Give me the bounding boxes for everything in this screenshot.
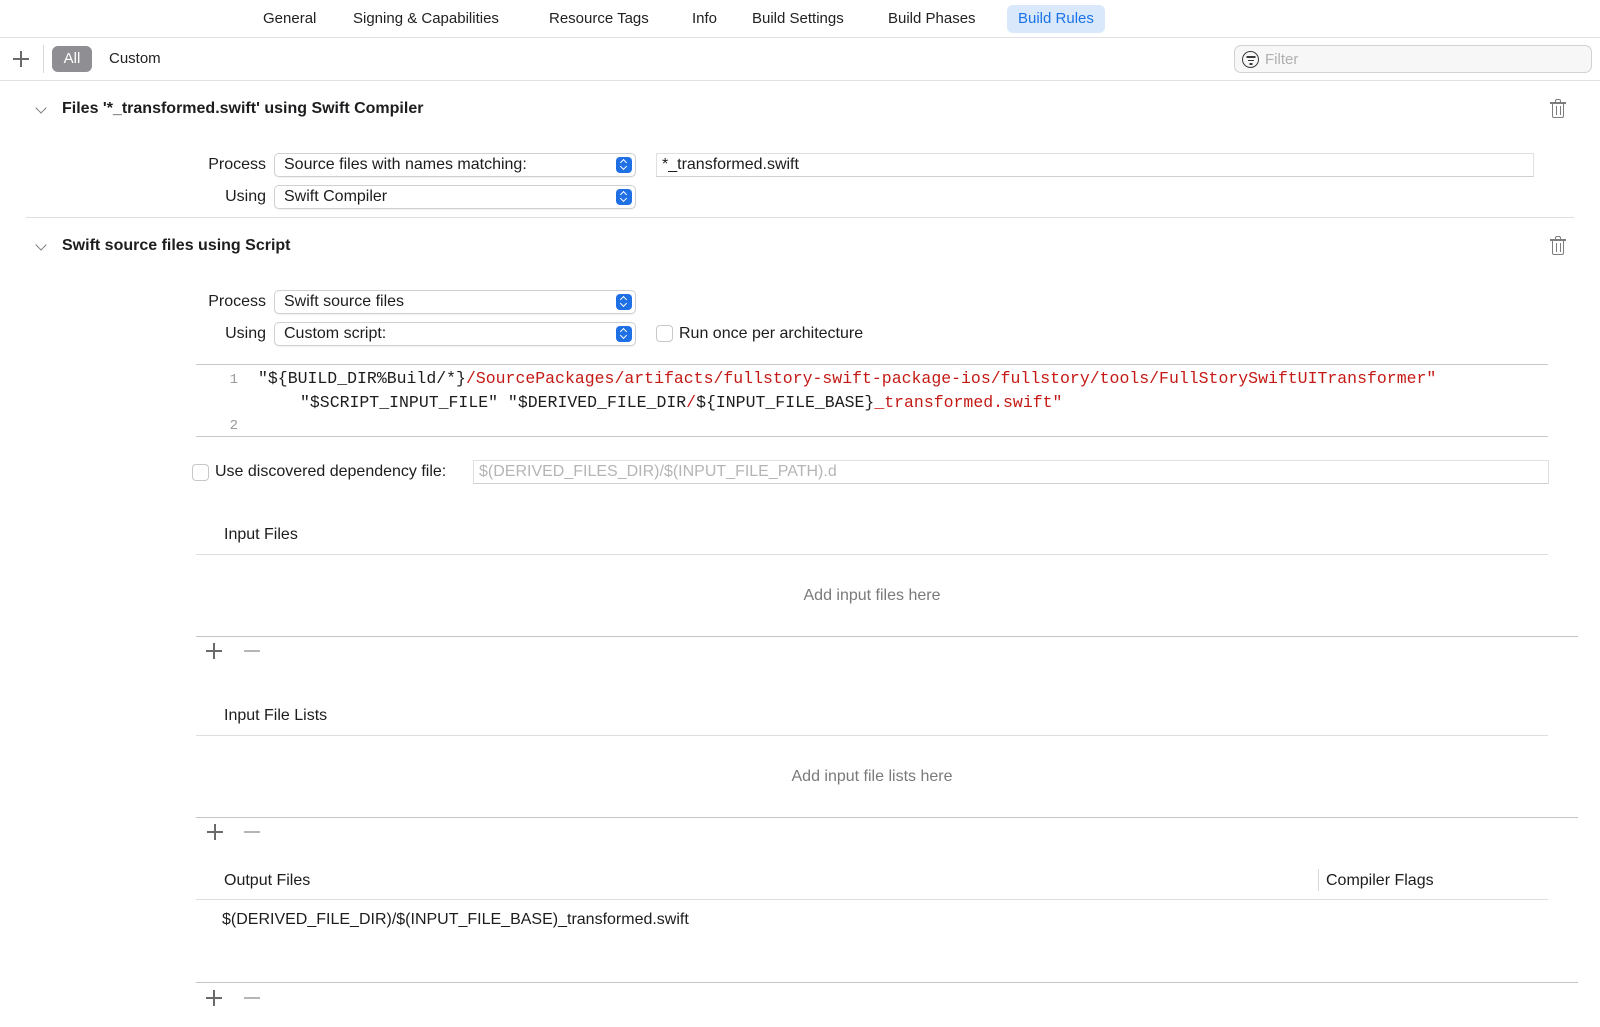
rule-1-delete-trash-icon[interactable]: [1549, 99, 1567, 119]
rule-2-disclosure-chevron-icon[interactable]: [34, 240, 50, 256]
input-file-lists-title: Input File Lists: [224, 707, 328, 724]
table-bottom-divider: [196, 982, 1578, 983]
script-line-1: "${BUILD_DIR%Build/*}/SourcePackages/art…: [258, 369, 1437, 388]
add-output-file-button[interactable]: [204, 988, 224, 1008]
add-input-file-list-button[interactable]: [205, 822, 225, 842]
rule-1-process-label: Process: [208, 156, 266, 173]
tab-build-phases[interactable]: Build Phases: [877, 5, 987, 33]
tab-info[interactable]: Info: [681, 5, 728, 33]
popup-stepper-icon: [616, 326, 632, 342]
rule-1-pattern-field[interactable]: [656, 153, 1534, 177]
rule-2-title: Swift source files using Script: [62, 237, 291, 254]
run-once-per-architecture-checkbox[interactable]: [656, 325, 673, 342]
rule-divider: [26, 217, 1574, 218]
line-number: 2: [229, 418, 238, 434]
use-dependency-file-label: Use discovered dependency file:: [215, 463, 447, 480]
rule-2-using-popup[interactable]: Custom script:: [274, 322, 636, 346]
rule-1-using-popup[interactable]: Swift Compiler: [274, 185, 636, 209]
segment-all[interactable]: All: [52, 46, 92, 72]
use-dependency-file-checkbox[interactable]: [192, 464, 209, 481]
dependency-file-field[interactable]: [473, 460, 1549, 484]
add-input-file-button[interactable]: [204, 641, 224, 661]
output-file-row[interactable]: $(DERIVED_FILE_DIR)/$(INPUT_FILE_BASE)_t…: [222, 911, 689, 929]
table-header-divider: [196, 554, 1548, 555]
tab-general[interactable]: General: [252, 5, 327, 33]
tab-signing-capabilities[interactable]: Signing & Capabilities: [342, 5, 510, 33]
dependency-file-input[interactable]: [479, 463, 1543, 481]
input-files-empty-hint: Add input files here: [803, 587, 941, 604]
rule-2-using-value: Custom script:: [284, 325, 387, 342]
rule-2-delete-trash-icon[interactable]: [1549, 236, 1567, 256]
add-rule-button[interactable]: [11, 49, 31, 69]
compiler-flags-title: Compiler Flags: [1326, 872, 1434, 889]
rule-1-using-value: Swift Compiler: [284, 188, 388, 205]
tab-build-settings[interactable]: Build Settings: [741, 5, 855, 33]
table-header-divider: [196, 735, 1548, 736]
popup-stepper-icon: [616, 294, 632, 310]
table-header-divider: [196, 899, 1548, 900]
table-bottom-divider: [196, 636, 1578, 637]
segment-custom[interactable]: Custom: [109, 46, 161, 72]
table-bottom-divider: [196, 817, 1578, 818]
filter-field[interactable]: [1234, 45, 1592, 73]
rule-1-process-popup[interactable]: Source files with names matching:: [274, 153, 636, 177]
input-files-title: Input Files: [224, 526, 298, 543]
column-divider: [1318, 869, 1319, 891]
rule-1-process-value: Source files with names matching:: [284, 156, 527, 173]
filter-icon: [1242, 51, 1259, 68]
popup-stepper-icon: [616, 157, 632, 173]
input-file-lists-empty-hint: Add input file lists here: [791, 768, 953, 785]
filter-bar: All Custom: [0, 39, 1600, 81]
remove-input-file-list-button[interactable]: [242, 822, 262, 842]
toolbar-divider: [43, 45, 44, 73]
script-editor[interactable]: 1 2 "${BUILD_DIR%Build/*}/SourcePackages…: [196, 364, 1548, 437]
tab-resource-tags[interactable]: Resource Tags: [538, 5, 660, 33]
rule-2-process-label: Process: [208, 293, 266, 310]
tab-bar: General Signing & Capabilities Resource …: [0, 0, 1600, 38]
rule-1-pattern-input[interactable]: [662, 156, 1528, 174]
line-number: 1: [229, 372, 238, 388]
output-files-title: Output Files: [224, 872, 311, 889]
rule-1-title: Files '*_transformed.swift' using Swift …: [62, 100, 424, 117]
script-line-1-wrap: "$SCRIPT_INPUT_FILE" "$DERIVED_FILE_DIR/…: [300, 393, 1063, 412]
rule-2-process-value: Swift source files: [284, 293, 405, 310]
rule-1-using-label: Using: [225, 188, 266, 205]
popup-stepper-icon: [616, 189, 632, 205]
filter-input[interactable]: [1265, 49, 1585, 69]
run-once-per-architecture-label: Run once per architecture: [679, 325, 864, 342]
rule-2-process-popup[interactable]: Swift source files: [274, 290, 636, 314]
remove-output-file-button[interactable]: [242, 988, 262, 1008]
rule-1-disclosure-chevron-icon[interactable]: [34, 103, 50, 119]
remove-input-file-button[interactable]: [242, 641, 262, 661]
tab-build-rules[interactable]: Build Rules: [1007, 5, 1105, 33]
rule-2-using-label: Using: [225, 325, 266, 342]
